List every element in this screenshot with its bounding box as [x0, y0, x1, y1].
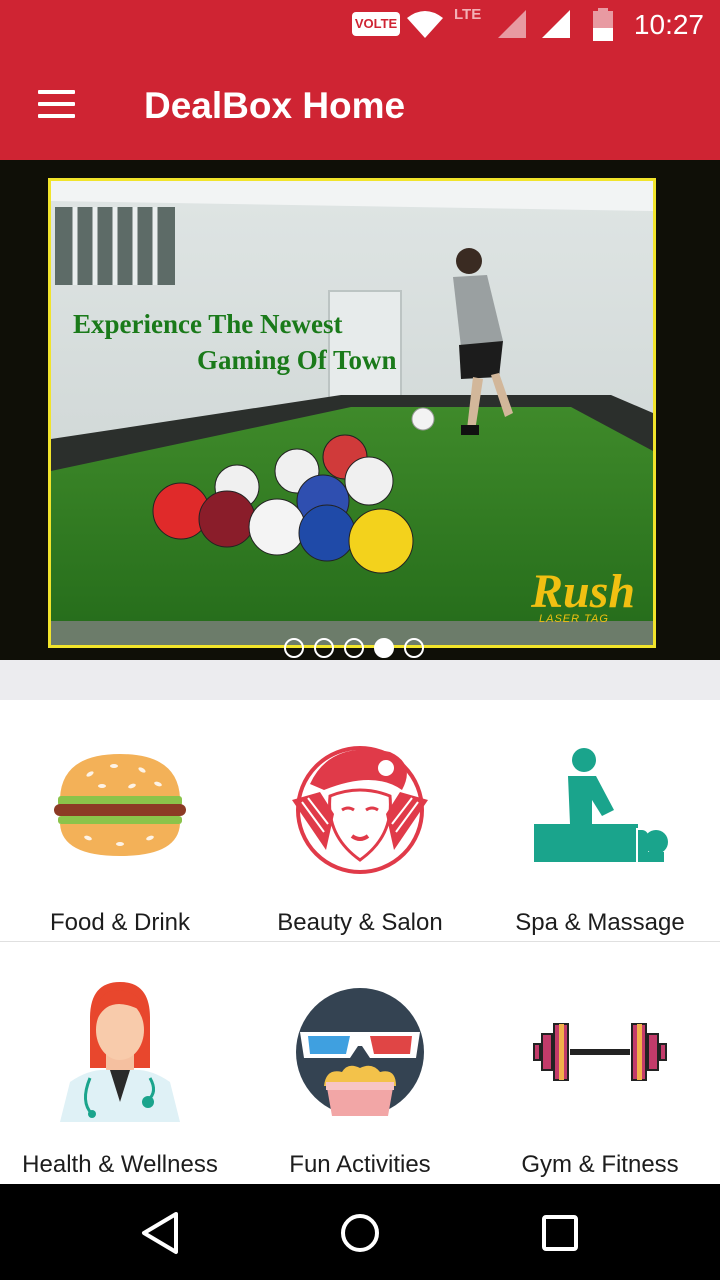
brand-logo: Rush	[530, 565, 635, 618]
menu-button[interactable]	[26, 76, 86, 132]
woman-face-icon	[292, 746, 428, 874]
category-label: Beauty & Salon	[277, 909, 443, 936]
burger-icon	[54, 754, 186, 856]
category-label: Food & Drink	[49, 909, 191, 936]
category-label: Spa & Massage	[515, 909, 685, 936]
battery-icon	[593, 8, 613, 41]
category-row: Food & Drink Beauty & Salon Spa & Massag…	[0, 700, 720, 942]
category-label: Gym & Fitness	[521, 1151, 679, 1178]
massage-icon	[534, 748, 668, 862]
3d-glasses-popcorn-icon	[296, 988, 424, 1116]
wifi-icon	[407, 11, 443, 38]
banner-carousel[interactable]: Rush Experience The Newest Gaming Of Tow…	[0, 160, 720, 660]
page-title: DealBox Home	[144, 85, 406, 126]
carousel-dot[interactable]	[404, 638, 424, 658]
back-icon[interactable]	[130, 1208, 190, 1258]
category-fun-activities[interactable]: Fun Activities	[240, 942, 480, 1184]
carousel-dot-active[interactable]	[374, 638, 394, 658]
carousel-dot[interactable]	[344, 638, 364, 658]
system-nav-bar	[0, 1184, 720, 1280]
status-bar: VOLTE LTE 10:27	[0, 0, 720, 50]
category-food-drink[interactable]: Food & Drink	[0, 700, 240, 942]
section-divider	[0, 660, 720, 700]
carousel-dot[interactable]	[314, 638, 334, 658]
doctor-icon	[60, 982, 180, 1122]
lte-label: LTE	[454, 6, 482, 23]
volte-badge: VOLTE	[352, 12, 400, 36]
brand-subtitle: LASER TAG	[539, 613, 609, 625]
category-spa-massage[interactable]: Spa & Massage	[480, 700, 720, 942]
dumbbell-icon	[533, 1023, 667, 1081]
banner-headline-2: Gaming Of Town	[197, 345, 397, 375]
app-bar: DealBox Home	[0, 50, 720, 160]
home-icon[interactable]	[330, 1208, 390, 1258]
banner-slide[interactable]: Rush Experience The Newest Gaming Of Tow…	[48, 178, 656, 648]
clock: 10:27	[633, 9, 704, 40]
signal-icon	[498, 10, 526, 38]
category-row: Health & Wellness Fun Activities Gym & F…	[0, 942, 720, 1184]
category-beauty-salon[interactable]: Beauty & Salon	[240, 700, 480, 942]
carousel-indicators	[284, 638, 424, 660]
carousel-dot[interactable]	[284, 638, 304, 658]
category-gym-fitness[interactable]: Gym & Fitness	[480, 942, 720, 1184]
category-label: Health & Wellness	[22, 1151, 218, 1178]
banner-image: Rush	[51, 181, 653, 645]
signal-icon	[542, 10, 570, 38]
category-label: Fun Activities	[289, 1151, 431, 1178]
category-grid: Food & Drink Beauty & Salon Spa & Massag…	[0, 700, 720, 1184]
recents-icon[interactable]	[530, 1208, 590, 1258]
banner-headline-1: Experience The Newest	[73, 309, 343, 339]
category-health-wellness[interactable]: Health & Wellness	[0, 942, 240, 1184]
